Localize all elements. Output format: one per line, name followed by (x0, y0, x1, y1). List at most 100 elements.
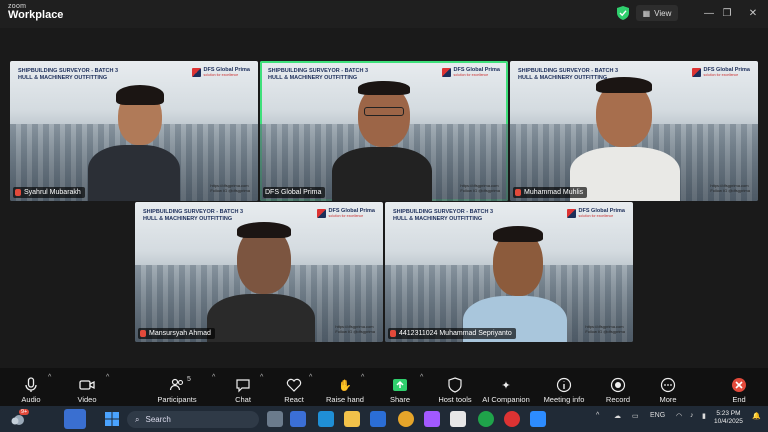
react-options-chevron-icon[interactable]: ^ (309, 374, 312, 381)
participants-button[interactable]: Participants (156, 370, 198, 404)
figma-icon[interactable] (424, 411, 440, 427)
end-meeting-button[interactable]: End (728, 370, 750, 404)
mic-muted-icon (15, 189, 21, 196)
title-bar: zoom Workplace ▦ View — ❐ ✕ (0, 0, 768, 28)
microphone-icon (25, 377, 37, 392)
zoom-app-icon[interactable] (530, 411, 546, 427)
taskbar-search[interactable]: ⌕ Search (127, 411, 259, 428)
info-icon (556, 377, 572, 393)
system-clock[interactable]: 5:23 PM 10/4/2025 (714, 410, 743, 427)
participant-name-tag: Mansursyah Ahmad (138, 328, 215, 339)
start-windows-icon[interactable] (104, 411, 120, 427)
edge-browser-icon[interactable] (318, 411, 334, 427)
camera-icon (79, 380, 95, 390)
view-button[interactable]: ▦ View (636, 5, 678, 21)
hand-icon: ✋ (338, 379, 352, 392)
pinned-app-icon[interactable] (64, 409, 86, 429)
notification-bell-icon[interactable]: 🔔 (752, 412, 761, 420)
mic-muted-icon (390, 330, 396, 337)
host-tools-button[interactable]: Host tools (436, 370, 474, 404)
raise-hand-options-chevron-icon[interactable]: ^ (361, 374, 364, 381)
grid-icon: ▦ (642, 8, 651, 18)
dfs-logo: DFS Global Prima solution for excellence (566, 208, 625, 218)
participants-options-chevron-icon[interactable]: ^ (212, 374, 215, 381)
video-tile[interactable]: SHIPBUILDING SURVEYOR - BATCH 3 HULL & MA… (510, 61, 758, 201)
app-icon[interactable] (370, 411, 386, 427)
tray-chevron-icon[interactable]: ^ (596, 412, 599, 419)
ai-companion-button[interactable]: ✦ AI Companion (480, 370, 532, 405)
participants-count: 5 (187, 376, 191, 383)
windows-taskbar: 9+ ⌕ Search ^ ☁ ▭ ENG ◠ ♪ ▮ 5:23 PM 10/4… (0, 406, 768, 432)
chat-icon (236, 379, 250, 393)
app-icon[interactable] (450, 411, 466, 427)
chat-options-chevron-icon[interactable]: ^ (260, 374, 263, 381)
logo-mark-icon (691, 67, 701, 77)
close-icon[interactable]: ✕ (746, 6, 760, 20)
participant-name-tag: DFS Global Prima (263, 187, 326, 198)
participant-name-tag: 4412311024 Muhammad Sepriyanto (388, 328, 516, 339)
chrome-browser-icon[interactable] (398, 411, 414, 427)
share-button[interactable]: Share (389, 370, 411, 404)
sparkle-icon: ✦ (501, 379, 511, 392)
battery-icon[interactable]: ▮ (702, 412, 706, 420)
file-explorer-icon[interactable] (344, 411, 360, 427)
chat-button[interactable]: Chat (232, 370, 254, 404)
language-indicator[interactable]: ENG (650, 412, 665, 419)
chrome-profile-icon[interactable] (478, 411, 494, 427)
meeting-info-button[interactable]: Meeting info (540, 370, 588, 404)
wifi-icon[interactable]: ◠ (676, 412, 682, 420)
cloud-icon[interactable]: ☁ (614, 412, 621, 420)
record-icon (610, 377, 626, 393)
video-tile[interactable]: SHIPBUILDING SURVEYOR - BATCH 3 HULL & MA… (385, 202, 633, 342)
logo-mark-icon (566, 208, 576, 218)
mic-muted-icon (515, 189, 521, 196)
task-view-icon[interactable] (267, 411, 283, 427)
dfs-logo: DFS Global Prima solution for excellence (441, 67, 500, 77)
raise-hand-button[interactable]: ✋ Raise hand (326, 370, 364, 405)
network-icon[interactable]: ▭ (632, 412, 639, 420)
slide-header: SHIPBUILDING SURVEYOR - BATCH 3 HULL & MA… (18, 68, 119, 81)
dfs-logo: DFS Global Prima solution for excellence (191, 67, 250, 77)
dfs-logo: DFS Global Prima solution for excellence (691, 67, 750, 77)
slide-header: SHIPBUILDING SURVEYOR - BATCH 3 HULL & MA… (393, 209, 494, 222)
share-options-chevron-icon[interactable]: ^ (420, 374, 423, 381)
slide-url: https://dfsgprima.com Follow IG @dfsgprim… (460, 182, 500, 193)
audio-button[interactable]: Audio (18, 370, 44, 404)
mic-muted-icon (140, 330, 146, 337)
audio-options-chevron-icon[interactable]: ^ (48, 374, 51, 381)
participants-icon (169, 378, 184, 391)
slide-url: https://dfsgprima.com Follow IG @dfsgprim… (335, 323, 375, 334)
restore-icon[interactable]: ❐ (720, 6, 734, 20)
video-tile[interactable]: SHIPBUILDING SURVEYOR - BATCH 3 HULL & MA… (10, 61, 258, 201)
video-gallery: SHIPBUILDING SURVEYOR - BATCH 3 HULL & MA… (0, 28, 768, 368)
more-button[interactable]: More (656, 370, 680, 404)
brand-large: Workplace (8, 9, 64, 21)
share-screen-icon (393, 379, 407, 391)
search-icon: ⌕ (135, 414, 140, 424)
shield-icon[interactable] (617, 6, 629, 20)
logo-mark-icon (316, 208, 326, 218)
app-icon[interactable] (290, 411, 306, 427)
app-icon[interactable] (504, 411, 520, 427)
slide-url: https://dfsgprima.com Follow IG @dfsgprim… (710, 182, 750, 193)
volume-icon[interactable]: ♪ (690, 412, 694, 419)
app-brand: zoom Workplace (8, 3, 63, 21)
record-button[interactable]: Record (604, 370, 632, 404)
video-button[interactable]: Video (74, 370, 100, 404)
logo-mark-icon (441, 67, 451, 77)
react-button[interactable]: React (282, 370, 306, 404)
dfs-logo: DFS Global Prima solution for excellence (316, 208, 375, 218)
video-tile-active-speaker[interactable]: SHIPBUILDING SURVEYOR - BATCH 3 HULL & MA… (260, 61, 508, 201)
view-label: View (654, 8, 672, 18)
heart-icon (286, 378, 302, 392)
video-tile[interactable]: SHIPBUILDING SURVEYOR - BATCH 3 HULL & MA… (135, 202, 383, 342)
slide-url: https://dfsgprima.com Follow IG @dfsgprim… (210, 182, 250, 193)
logo-mark-icon (191, 67, 201, 77)
end-call-icon (732, 378, 746, 392)
slide-url: https://dfsgprima.com Follow IG @dfsgprim… (585, 323, 625, 334)
participant-name-tag: Muhammad Muhlis (513, 187, 588, 198)
weather-badge: 9+ (19, 409, 30, 415)
video-options-chevron-icon[interactable]: ^ (106, 374, 109, 381)
minimize-icon[interactable]: — (702, 6, 716, 20)
shield-icon (448, 377, 462, 393)
